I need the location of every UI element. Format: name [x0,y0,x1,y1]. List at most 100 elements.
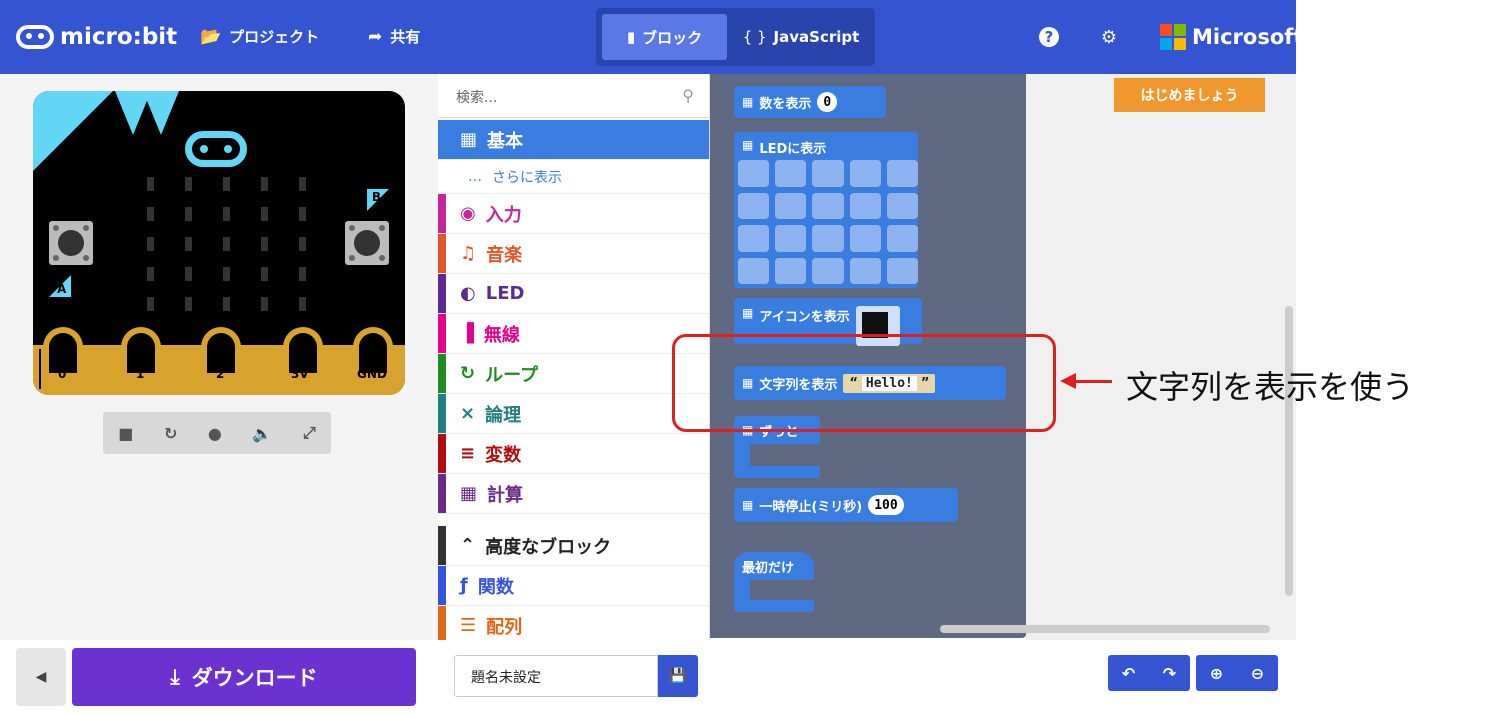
category-logic[interactable]: ⨯ 論理 [438,394,709,434]
block-workspace[interactable] [1026,74,1296,640]
category-math[interactable]: ▦ 計算 [438,474,709,514]
category-variables[interactable]: ≡ 変数 [438,434,709,474]
collapse-simulator-button[interactable]: ◀ [16,648,66,706]
board-led [185,297,192,311]
mute-icon[interactable]: 🔈 [252,424,272,443]
block-show-number[interactable]: ▦ 数を表示 0 [734,86,886,118]
led-cell[interactable] [849,160,881,187]
block-pause[interactable]: ▦ 一時停止(ミリ秒) 100 [734,488,958,522]
category-advanced[interactable]: ⌃ 高度なブロック [438,526,709,566]
redo-icon[interactable]: ↷ [1163,664,1176,683]
block-label: アイコンを表示 [759,310,850,325]
category-color-bar [438,606,446,640]
led-cell[interactable] [812,225,844,252]
led-cell[interactable] [775,225,807,252]
input-icon: ◉ [460,203,476,224]
settings-button[interactable]: ⚙ [1098,26,1120,48]
microsoft-label: Microsoft [1192,25,1304,49]
pause-value[interactable]: 100 [868,495,904,515]
led-cell[interactable] [812,160,844,187]
block-on-start[interactable]: 最初だけ [734,552,814,580]
download-button[interactable]: ⤓ ダウンロード [72,648,416,706]
grid-icon: ▦ [742,306,754,320]
save-icon: 💾 [669,668,687,684]
pin-label: 0 [58,367,67,381]
restart-icon[interactable]: ↻ [164,424,177,443]
category-functions[interactable]: ƒ 関数 [438,566,709,606]
led-cell[interactable] [886,225,918,252]
editor-toggle: ▮ ブロック { } JavaScript [596,8,875,66]
category-color-bar [438,354,446,393]
led-cell[interactable] [849,192,881,219]
led-cell[interactable] [775,257,807,284]
microbit-logo[interactable]: micro:bit [16,20,177,54]
board-led [223,267,230,281]
category-color-bar [438,474,446,513]
led-editor-grid[interactable] [738,160,918,284]
share-button[interactable]: ➦ 共有 [368,26,420,47]
category-music[interactable]: ♫ 音楽 [438,234,709,274]
led-cell[interactable] [775,160,807,187]
projects-button[interactable]: 📂 プロジェクト [200,26,319,47]
microsoft-logo[interactable]: Microsoft [1160,24,1303,50]
led-cell[interactable] [738,225,770,252]
number-value[interactable]: 0 [817,92,838,112]
led-cell[interactable] [738,257,770,284]
category-led[interactable]: ◐ LED [438,274,709,314]
tab-javascript[interactable]: { } JavaScript [736,14,866,60]
forever-foot [734,466,820,478]
category-color-bar [438,234,446,273]
slowmo-icon[interactable]: ● [208,424,222,443]
horizontal-scrollbar[interactable] [940,625,1270,633]
led-cell[interactable] [738,192,770,219]
tab-blocks[interactable]: ▮ ブロック [602,14,727,60]
board-logo-icon[interactable] [185,131,247,167]
zoom-in-icon[interactable]: ⊕ [1210,664,1223,683]
led-cell[interactable] [886,192,918,219]
led-cell[interactable] [738,160,770,187]
led-cell[interactable] [849,257,881,284]
undo-icon[interactable]: ↶ [1122,664,1135,683]
led-cell[interactable] [849,225,881,252]
stop-icon[interactable]: ■ [118,424,133,443]
save-button[interactable]: 💾 [658,655,698,697]
more-icon: … [468,168,482,185]
category-more[interactable]: … さらに表示 [438,160,709,194]
board-led [147,297,154,311]
category-radio[interactable]: ▐ 無線 [438,314,709,354]
fullscreen-icon[interactable]: ⤢ [303,423,316,443]
music-icon: ♫ [460,243,477,264]
search-input[interactable]: 検索... [456,87,497,107]
category-label: 論理 [485,404,522,426]
pin-label: 3V [291,367,309,381]
category-label: 関数 [477,576,514,598]
category-color-bar [438,526,446,565]
category-loops[interactable]: ↻ ループ [438,354,709,394]
on-start-foot [734,600,814,612]
vertical-scrollbar[interactable] [1285,306,1293,596]
pin-label: 2 [216,367,225,381]
category-color-bar [438,274,446,313]
project-name-input[interactable]: 題名未設定 [454,655,658,697]
download-label: ダウンロード [191,666,318,690]
led-cell[interactable] [886,257,918,284]
toolbox-search[interactable]: 検索... ⚲ [438,74,709,118]
led-cell[interactable] [775,192,807,219]
help-button[interactable]: ? [1038,26,1060,48]
led-cell[interactable] [812,192,844,219]
pin-label: GND [357,367,387,381]
category-basic[interactable]: ▦ 基本 [438,120,709,160]
button-a[interactable] [49,221,93,265]
button-b[interactable] [345,221,389,265]
category-input[interactable]: ◉ 入力 [438,194,709,234]
grid-icon: ▦ [742,498,754,512]
category-arrays[interactable]: ☰ 配列 [438,606,709,640]
led-cell[interactable] [886,160,918,187]
logo-text: micro:bit [60,24,178,50]
led-cell[interactable] [812,257,844,284]
grid-icon: ▦ [742,95,754,109]
block-show-leds[interactable]: ▦ LEDに表示 [734,132,918,160]
block-label: LEDに表示 [759,142,827,157]
zoom-out-icon[interactable]: ⊖ [1251,664,1264,683]
get-started-button[interactable]: はじめましょう [1114,78,1265,112]
